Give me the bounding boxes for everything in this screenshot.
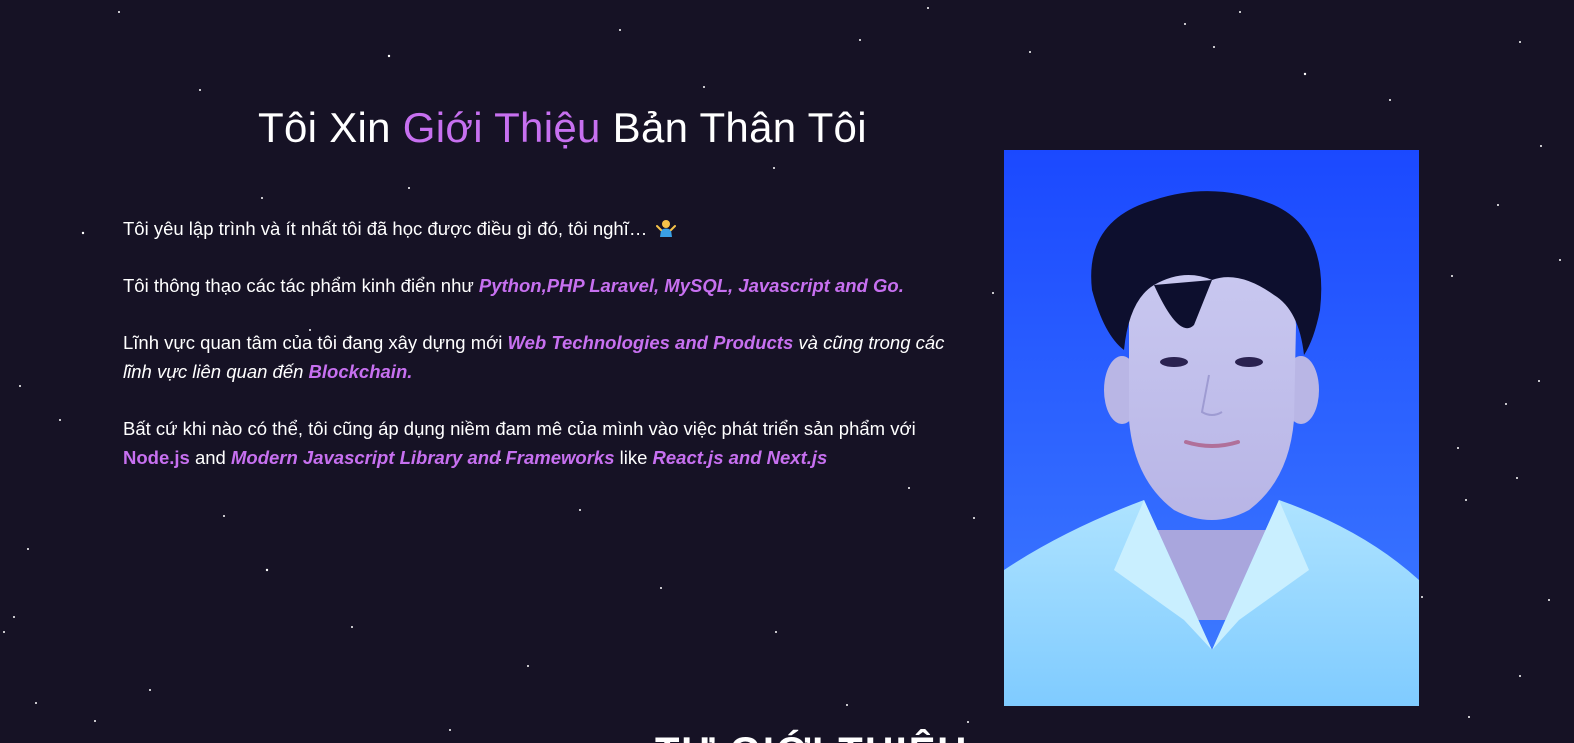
about-p4-and: and (189, 447, 231, 468)
profile-photo (1004, 150, 1419, 706)
about-p4-like: like (619, 447, 653, 468)
about-p4-highlight-frameworks: Modern Javascript Library and Frameworks (230, 447, 620, 468)
about-p2-highlight: Python,PHP Laravel, MySQL, Javascript an… (478, 275, 904, 296)
about-p3-text: Lĩnh vực quan tâm của tôi đang xây dựng … (123, 332, 508, 353)
about-paragraph-2: Tôi thông thạo các tác phẩm kinh điển nh… (123, 271, 968, 300)
title-accent: Giới Thiệu (402, 104, 601, 151)
about-paragraph-3: Lĩnh vực quan tâm của tôi đang xây dựng … (123, 328, 968, 386)
about-text: Tôi yêu lập trình và ít nhất tôi đã học … (123, 214, 968, 500)
section-title: Tôi Xin Giới Thiệu Bản Thân Tôi (258, 104, 867, 152)
avatar-illustration (1004, 150, 1419, 706)
title-part2: Bản Thân Tôi (600, 104, 867, 151)
about-paragraph-4: Bất cứ khi nào có thể, tôi cũng áp dụng … (123, 414, 968, 472)
about-p1-text: Tôi yêu lập trình và ít nhất tôi đã học … (123, 218, 653, 239)
about-p4-highlight-node: Node.js (123, 447, 190, 468)
about-paragraph-1: Tôi yêu lập trình và ít nhất tôi đã học … (123, 214, 968, 243)
about-p2-text: Tôi thông thạo các tác phẩm kinh điển nh… (123, 275, 479, 296)
next-section-heading: TỰ GIỚI THIỆU (655, 730, 968, 743)
person-shrugging-icon (656, 217, 677, 237)
about-p3-highlight-blockchain: Blockchain. (308, 361, 413, 382)
about-p4-text: Bất cứ khi nào có thể, tôi cũng áp dụng … (123, 418, 916, 439)
title-part1: Tôi Xin (258, 104, 403, 151)
about-p3-highlight-web: Web Technologies and Products (507, 332, 794, 353)
about-p4-highlight-react: React.js and Next.js (652, 447, 828, 468)
